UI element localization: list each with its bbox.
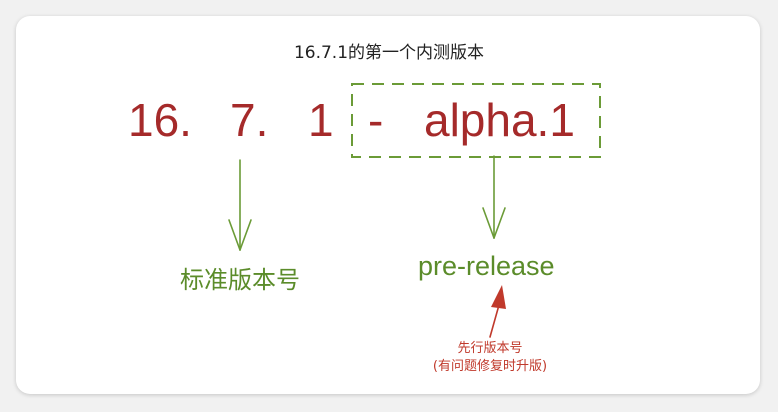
note-line-2: (有问题修复时升版)	[432, 359, 548, 374]
prerelease-arrow	[482, 155, 506, 239]
note-line-1: 先行版本号	[457, 341, 523, 356]
prerelease-label: pre-release	[418, 251, 555, 281]
note-arrow	[489, 285, 506, 338]
standard-arrow	[228, 159, 252, 251]
prerelease-dashed-box	[351, 83, 601, 158]
standard-version-label: 标准版本号	[180, 266, 300, 294]
diagram-graphics	[228, 83, 601, 338]
